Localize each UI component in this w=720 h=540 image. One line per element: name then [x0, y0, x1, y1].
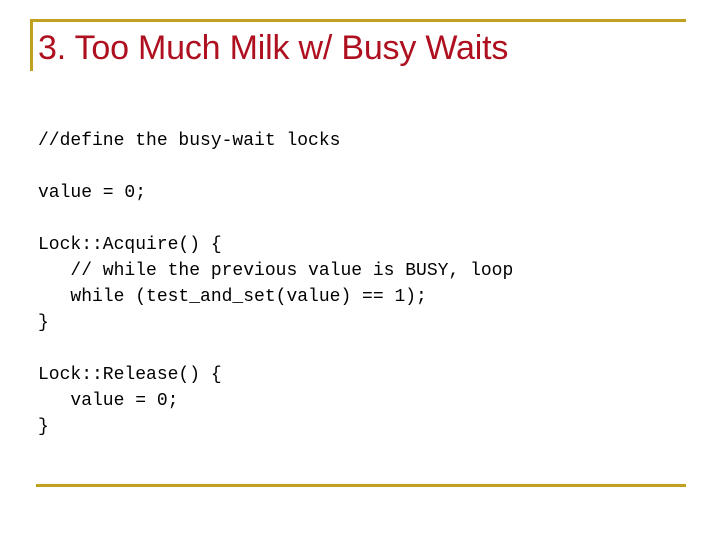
code-line: // while the previous value is BUSY, loo… [38, 261, 514, 281]
code-block: //define the busy-wait locks value = 0; … [38, 128, 688, 440]
code-line: } [38, 313, 49, 333]
slide: 3. Too Much Milk w/ Busy Waits //define … [0, 0, 720, 540]
code-line: value = 0; [38, 391, 179, 411]
footer-rule [36, 484, 686, 487]
page-title: 3. Too Much Milk w/ Busy Waits [38, 29, 509, 67]
code-line: Lock::Acquire() { [38, 235, 222, 255]
code-line: Lock::Release() { [38, 365, 222, 385]
code-line: while (test_and_set(value) == 1); [38, 287, 427, 307]
title-rule-left [30, 19, 33, 71]
code-line: value = 0; [38, 183, 147, 203]
code-line: //define the busy-wait locks [38, 131, 341, 151]
title-rule-top [30, 19, 686, 22]
code-line: } [38, 417, 49, 437]
